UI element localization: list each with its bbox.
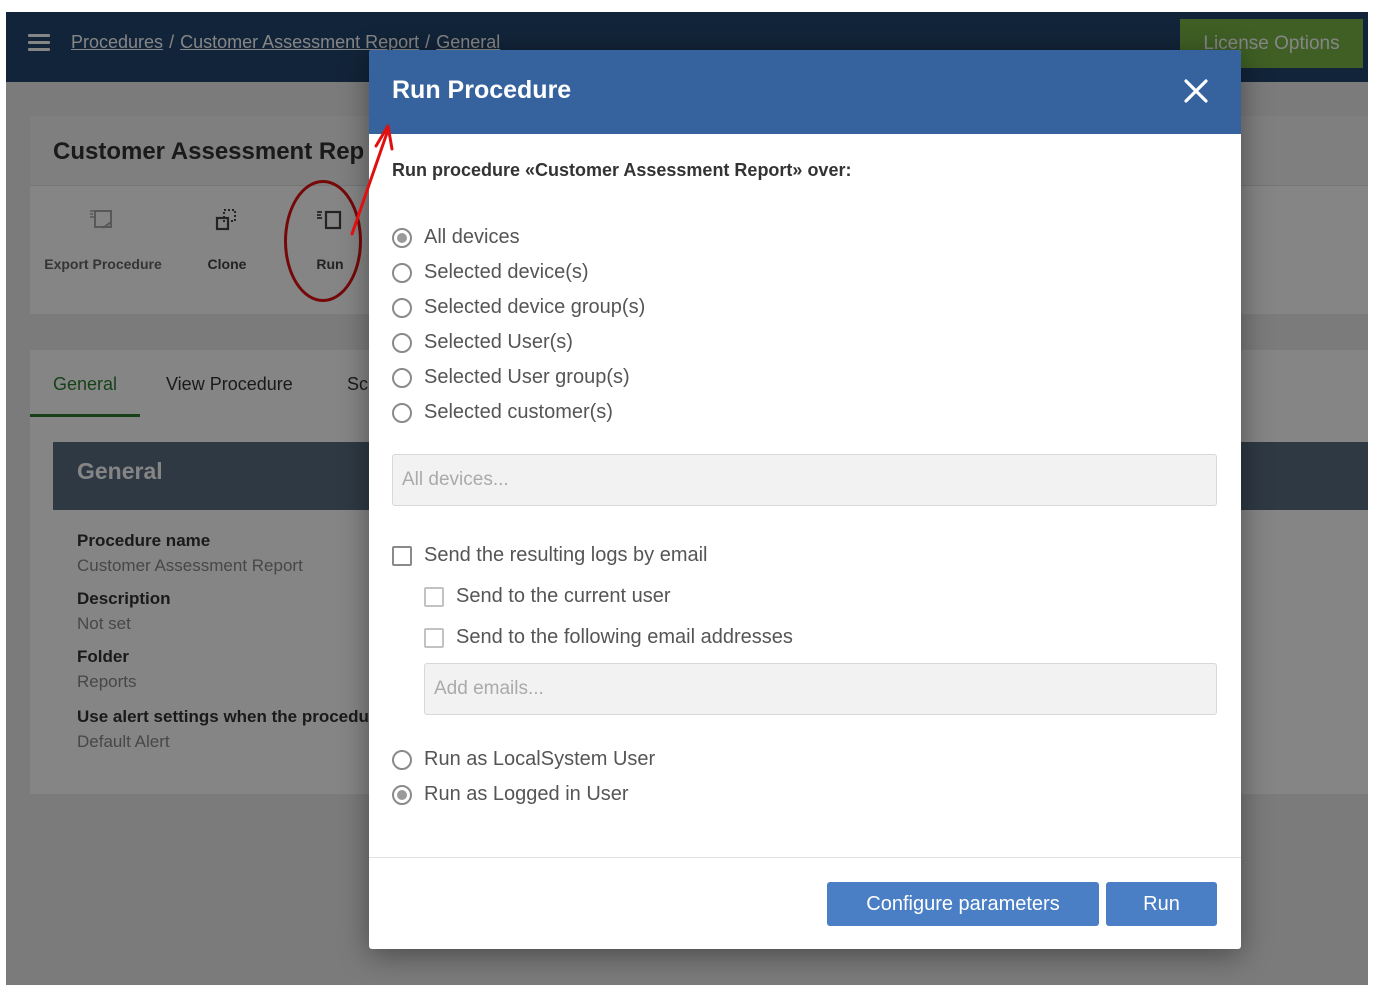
radio-button[interactable] [392,297,412,318]
checkbox[interactable] [424,627,444,648]
radio-button[interactable] [392,402,412,423]
target-option-label: Selected device group(s) [424,296,646,318]
run-as-localsystem-label: Run as LocalSystem User [424,748,656,770]
target-select-input[interactable]: All devices... [392,454,1217,506]
target-option-selected-devices[interactable]: Selected device(s) [392,261,589,284]
radio-button[interactable] [392,749,412,770]
send-to-current-user-checkbox[interactable]: Send to the current user [424,585,671,608]
run-as-logged-in-label: Run as Logged in User [424,783,629,805]
target-option-all-devices[interactable]: All devices [392,226,520,249]
target-option-label: Selected customer(s) [424,401,613,423]
target-option-selected-user-groups[interactable]: Selected User group(s) [392,366,630,389]
target-option-selected-device-groups[interactable]: Selected device group(s) [392,296,645,319]
target-select-placeholder: All devices... [402,469,509,490]
target-option-label: Selected device(s) [424,261,589,283]
email-addresses-placeholder: Add emails... [434,678,544,699]
radio-button[interactable] [392,262,412,283]
email-addresses-input[interactable]: Add emails... [424,663,1217,715]
radio-button[interactable] [392,784,412,805]
footer-divider [369,857,1241,858]
send-to-following-emails-label: Send to the following email addresses [456,626,793,648]
run-as-logged-in-option[interactable]: Run as Logged in User [392,783,629,806]
run-as-localsystem-option[interactable]: Run as LocalSystem User [392,748,655,771]
send-logs-by-email-label: Send the resulting logs by email [424,544,708,566]
target-option-label: Selected User group(s) [424,366,630,388]
dialog-header: Run Procedure [369,50,1241,134]
checkbox[interactable] [424,586,444,607]
run-procedure-dialog: Run Procedure Run procedure «Customer As… [369,50,1241,949]
dialog-subtitle: Run procedure «Customer Assessment Repor… [392,160,852,180]
radio-button[interactable] [392,332,412,353]
radio-button[interactable] [392,367,412,388]
target-option-label: Selected User(s) [424,331,573,353]
target-option-selected-customers[interactable]: Selected customer(s) [392,401,613,424]
send-to-current-user-label: Send to the current user [456,585,671,607]
send-to-following-emails-checkbox[interactable]: Send to the following email addresses [424,626,793,649]
target-option-label: All devices [424,226,520,248]
checkbox[interactable] [392,545,412,566]
radio-button[interactable] [392,227,412,248]
send-logs-by-email-checkbox[interactable]: Send the resulting logs by email [392,544,708,567]
target-option-selected-users[interactable]: Selected User(s) [392,331,573,354]
run-procedure-button[interactable]: Run [1106,882,1217,926]
close-icon[interactable] [1181,76,1211,106]
configure-parameters-button[interactable]: Configure parameters [827,882,1099,926]
dialog-title: Run Procedure [392,76,572,104]
